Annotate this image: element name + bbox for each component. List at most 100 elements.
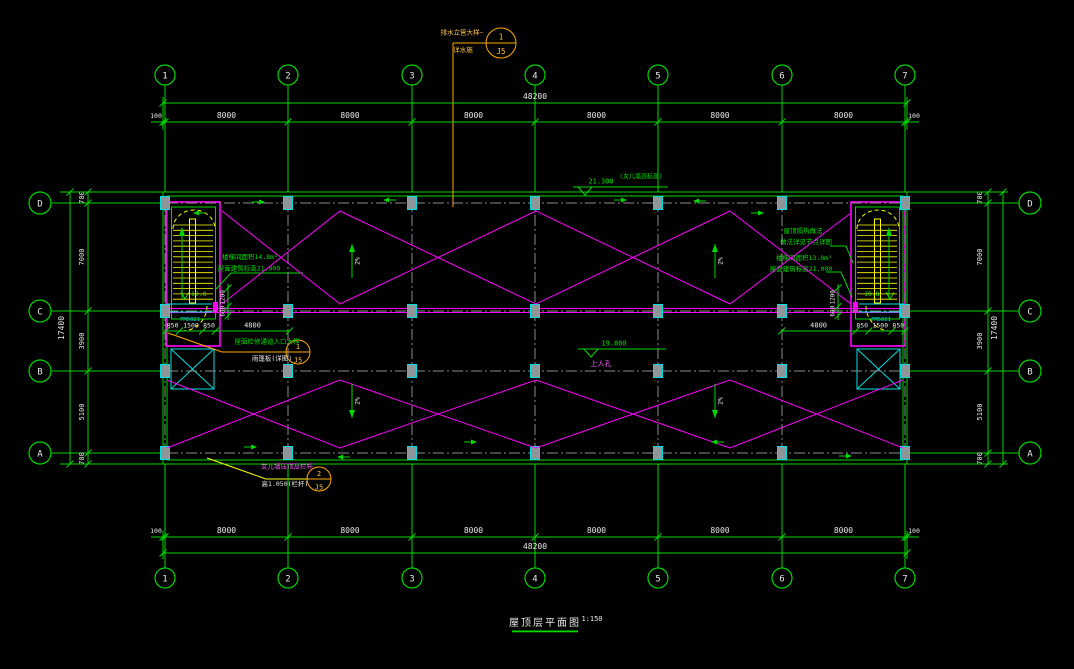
note-line: 做法详见节点详图: [780, 237, 832, 246]
callout-note: 高1.050(栏杆): [262, 479, 309, 488]
column: [161, 365, 170, 378]
mini-slope-arrow: [252, 200, 265, 205]
dim-label: 100: [908, 527, 920, 535]
column: [901, 305, 910, 318]
dim-label: 8000: [340, 111, 359, 120]
dim-label: 5100: [976, 404, 984, 421]
roof-elevation-value: 19.800: [601, 340, 626, 348]
dim-label: 3900: [78, 333, 86, 350]
axis-number: 4: [532, 72, 537, 82]
slope-arrow: [712, 410, 718, 418]
dim-label: 1500: [872, 322, 888, 330]
mini-slope-arrow: [839, 454, 852, 459]
slope-arrow: [349, 410, 355, 418]
dim-label: 5100: [78, 404, 86, 421]
ridge-line: [222, 211, 851, 304]
flight-arrow: [179, 227, 185, 236]
dim-label: 4800: [244, 322, 261, 330]
mini-slope-arrow: [614, 198, 627, 203]
mini-slope-arrow: [337, 455, 350, 460]
dim-label: 700: [976, 452, 984, 465]
callout-number: 2: [317, 470, 321, 478]
dim-label: 700: [78, 452, 86, 465]
column: [284, 365, 293, 378]
column: [284, 305, 293, 318]
axis-number: 6: [779, 575, 784, 585]
axis-number: 1: [162, 575, 167, 585]
column: [654, 197, 663, 210]
column: [531, 197, 540, 210]
parapet-elevation-note: (女儿墙顶标高): [619, 173, 662, 181]
dim-label: 7000: [976, 249, 984, 266]
dim-label: 100: [150, 112, 162, 120]
cad-viewport: 19.8 FM5021 19.8 FM5021 21.300 (女儿墙顶标高) …: [0, 0, 1074, 669]
slope-label: 2%: [717, 257, 725, 265]
column: [654, 365, 663, 378]
column: [284, 447, 293, 460]
slope-label: 2%: [354, 397, 362, 405]
note-line: 楼梯间面积14.8m²: [222, 252, 278, 261]
note-line: 屋顶隔热做法: [784, 226, 824, 235]
column: [778, 197, 787, 210]
stair-handrail: [172, 207, 216, 319]
dim-label: 1200: [830, 290, 837, 305]
column: [531, 365, 540, 378]
axis-letter: B: [1027, 368, 1032, 378]
ridge-line: [222, 211, 851, 304]
callout-number: 1: [499, 33, 504, 42]
dim-label: 8000: [587, 111, 606, 120]
column: [408, 447, 417, 460]
dim-label: 700: [78, 191, 86, 204]
dim-label: 1200: [220, 290, 227, 305]
mini-slope-arrow: [751, 211, 764, 216]
column: [778, 447, 787, 460]
note-line: 楼梯间面积13.0m²: [776, 253, 832, 262]
axis-letter: C: [1027, 308, 1032, 318]
mini-slope-arrow: [244, 445, 257, 450]
dim-label: 600: [220, 305, 227, 316]
roof-hatch-note: 上人孔: [591, 359, 612, 368]
axis-number: 5: [655, 575, 660, 585]
dim-label: 100: [150, 527, 162, 535]
column: [161, 447, 170, 460]
dim-label: 8000: [834, 526, 853, 535]
axis-number: 4: [532, 575, 537, 585]
mini-slope-arrow: [464, 440, 477, 445]
axis-letter: A: [37, 450, 43, 460]
column: [408, 305, 417, 318]
dim-label: 48200: [523, 542, 547, 551]
flight-arrow: [886, 227, 892, 236]
axis-letter: D: [1027, 200, 1032, 210]
dim-label: 48200: [523, 92, 547, 101]
dim-label: 100: [908, 112, 920, 120]
axis-number: 6: [779, 72, 784, 82]
dim-label: 8000: [834, 111, 853, 120]
axis-number: 3: [409, 72, 414, 82]
dim-label: 8000: [217, 111, 236, 120]
axis-letter: D: [37, 200, 42, 210]
elevation-triangle: [886, 292, 894, 299]
column: [901, 365, 910, 378]
slope-label: 2%: [717, 397, 725, 405]
dim-label: 8000: [464, 526, 483, 535]
cad-canvas: 19.8 FM5021 19.8 FM5021 21.300 (女儿墙顶标高) …: [0, 0, 1074, 669]
dim-label: 7000: [78, 249, 86, 266]
dim-label: 700: [976, 191, 984, 204]
column: [531, 305, 540, 318]
axis-number: 1: [162, 72, 167, 82]
axis-letter: C: [37, 308, 42, 318]
dim-label: 850: [892, 322, 904, 330]
axis-number: 7: [902, 72, 907, 82]
dim-label: 600: [830, 305, 837, 316]
slope-arrow: [349, 244, 355, 252]
axis-number: 2: [285, 72, 290, 82]
dim-label: 1500: [183, 322, 199, 330]
dim-label: 17400: [57, 316, 66, 340]
callout-note: 排水立管大样—: [441, 28, 484, 37]
dim-label: 4800: [810, 322, 827, 330]
column: [161, 197, 170, 210]
dim-label: 850: [203, 322, 215, 330]
axis-number: 5: [655, 72, 660, 82]
dim-label: 8000: [340, 526, 359, 535]
callout-sheet: J5: [294, 357, 302, 365]
